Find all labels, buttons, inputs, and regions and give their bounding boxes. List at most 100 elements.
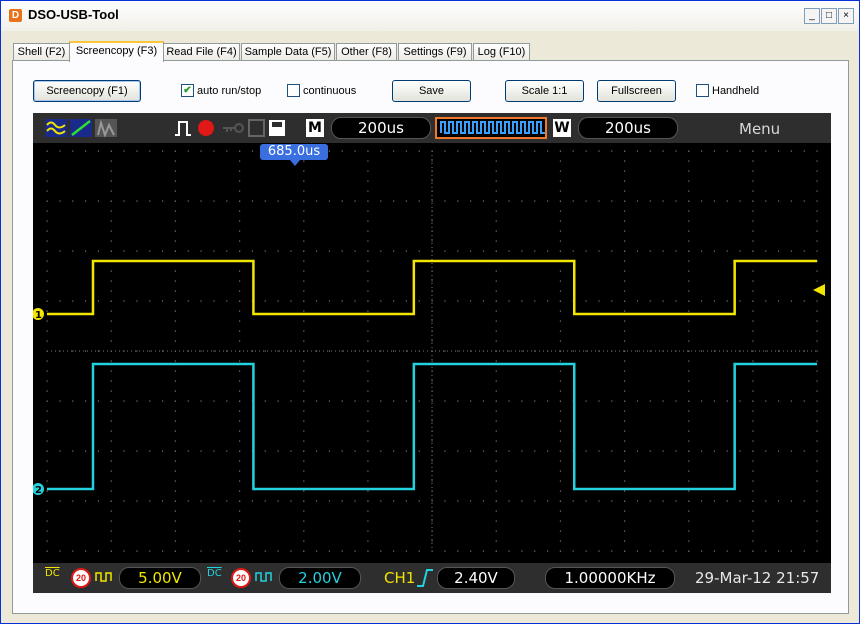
graticule-dot bbox=[264, 200, 266, 202]
graticule-dot bbox=[303, 490, 305, 492]
graticule-dot bbox=[46, 220, 48, 222]
graticule-dot bbox=[226, 400, 228, 402]
graticule-dot bbox=[675, 400, 677, 402]
graticule-dot bbox=[534, 300, 536, 302]
minimize-button[interactable]: _ bbox=[804, 8, 820, 24]
handheld-checkbox[interactable] bbox=[696, 84, 709, 97]
tab-other[interactable]: Other (F8) bbox=[336, 43, 397, 60]
auto-run-checkbox[interactable]: ✔ bbox=[181, 84, 194, 97]
graticule-dot bbox=[149, 450, 151, 452]
graticule-dot bbox=[713, 350, 716, 352]
graticule-dot bbox=[239, 480, 241, 482]
graticule-dot bbox=[46, 340, 48, 342]
graticule-dot bbox=[239, 270, 241, 272]
graticule-dot bbox=[303, 510, 305, 512]
graticule-dot bbox=[239, 150, 241, 152]
graticule-dot bbox=[303, 530, 305, 532]
graticule-dot bbox=[726, 550, 728, 552]
graticule-dot bbox=[59, 550, 61, 552]
graticule-dot bbox=[110, 310, 112, 312]
graticule-dot bbox=[636, 450, 639, 452]
graticule-dot bbox=[662, 450, 664, 452]
graticule-dot bbox=[572, 350, 574, 352]
graticule-dot bbox=[816, 210, 818, 212]
graticule-dot bbox=[239, 450, 241, 452]
graticule-dot bbox=[187, 450, 189, 452]
graticule-dot bbox=[585, 150, 587, 152]
graticule-dot bbox=[803, 150, 805, 152]
graticule-dot bbox=[624, 220, 626, 222]
graticule-dot bbox=[328, 350, 331, 352]
graticule-dot bbox=[149, 350, 151, 352]
graticule-dot bbox=[688, 400, 690, 402]
graticule-dot bbox=[72, 200, 74, 202]
graticule-dot bbox=[239, 470, 241, 472]
graticule-dot bbox=[559, 490, 562, 492]
graticule-dot bbox=[174, 270, 177, 272]
graticule-dot bbox=[662, 200, 664, 202]
graticule-dot bbox=[444, 500, 446, 502]
graticule-dot bbox=[367, 400, 369, 402]
screencopy-button[interactable]: Screencopy (F1) bbox=[33, 80, 141, 102]
tab-read-file[interactable]: Read File (F4) bbox=[163, 43, 240, 60]
graticule-dot bbox=[367, 270, 369, 272]
graticule-dot bbox=[303, 250, 305, 252]
tab-shell[interactable]: Shell (F2) bbox=[13, 43, 70, 60]
graticule-dot bbox=[367, 230, 369, 232]
graticule-dot bbox=[495, 450, 497, 452]
save-button[interactable]: Save bbox=[392, 80, 471, 102]
graticule-dot bbox=[534, 400, 536, 402]
fullscreen-button[interactable]: Fullscreen bbox=[597, 80, 676, 102]
graticule-dot bbox=[46, 450, 48, 452]
graticule-dot bbox=[547, 300, 549, 302]
graticule-dot bbox=[316, 300, 318, 302]
graticule-dot bbox=[508, 250, 510, 252]
graticule-dot bbox=[636, 500, 639, 502]
graticule-dot bbox=[559, 190, 562, 192]
graticule-dot bbox=[226, 150, 228, 152]
graticule-dot bbox=[46, 190, 48, 192]
graticule-dot bbox=[701, 450, 703, 452]
maximize-button[interactable]: □ bbox=[821, 8, 837, 24]
tab-screencopy[interactable]: Screencopy (F3) bbox=[69, 41, 164, 62]
graticule-dot bbox=[688, 310, 690, 312]
graticule-dot bbox=[162, 550, 164, 552]
trigger-slope-icon bbox=[417, 569, 433, 587]
graticule-dot bbox=[752, 170, 754, 172]
graticule-dot bbox=[316, 500, 318, 502]
graticule-dot bbox=[778, 250, 780, 252]
title-bar[interactable]: D DSO-USB-Tool _ □ × bbox=[1, 1, 859, 31]
graticule-dot bbox=[701, 550, 703, 552]
graticule-dot bbox=[585, 300, 587, 302]
graticule-dot bbox=[624, 190, 626, 192]
tab-settings[interactable]: Settings (F9) bbox=[398, 43, 472, 60]
graticule-dot bbox=[521, 400, 523, 402]
graticule-dot bbox=[239, 420, 241, 422]
graticule-dot bbox=[803, 400, 805, 402]
graticule-dot bbox=[688, 410, 690, 412]
graticule-dot bbox=[688, 290, 690, 292]
tab-sample-data[interactable]: Sample Data (F5) bbox=[241, 43, 335, 60]
graticule-dot bbox=[418, 150, 420, 152]
close-button[interactable]: × bbox=[838, 8, 854, 24]
graticule-dot bbox=[624, 360, 626, 362]
scale-button[interactable]: Scale 1:1 bbox=[505, 80, 584, 102]
graticule-dot bbox=[816, 360, 818, 362]
scope-menu-label[interactable]: Menu bbox=[739, 120, 780, 138]
tab-log[interactable]: Log (F10) bbox=[473, 43, 530, 60]
graticule-dot bbox=[521, 200, 523, 202]
graticule-dot bbox=[239, 160, 241, 162]
graticule-dot bbox=[303, 160, 305, 162]
graticule-dot bbox=[752, 360, 754, 362]
graticule-dot bbox=[534, 550, 536, 552]
graticule-dot bbox=[213, 200, 215, 202]
graticule-dot bbox=[508, 450, 510, 452]
graticule-dot bbox=[174, 430, 177, 432]
graticule-dot bbox=[418, 500, 420, 502]
graticule-dot bbox=[688, 150, 690, 152]
graticule-dot bbox=[380, 550, 382, 552]
continuous-checkbox[interactable] bbox=[287, 84, 300, 97]
graticule-dot bbox=[688, 460, 690, 462]
graticule-dot bbox=[405, 450, 408, 452]
graticule-dot bbox=[123, 550, 125, 552]
